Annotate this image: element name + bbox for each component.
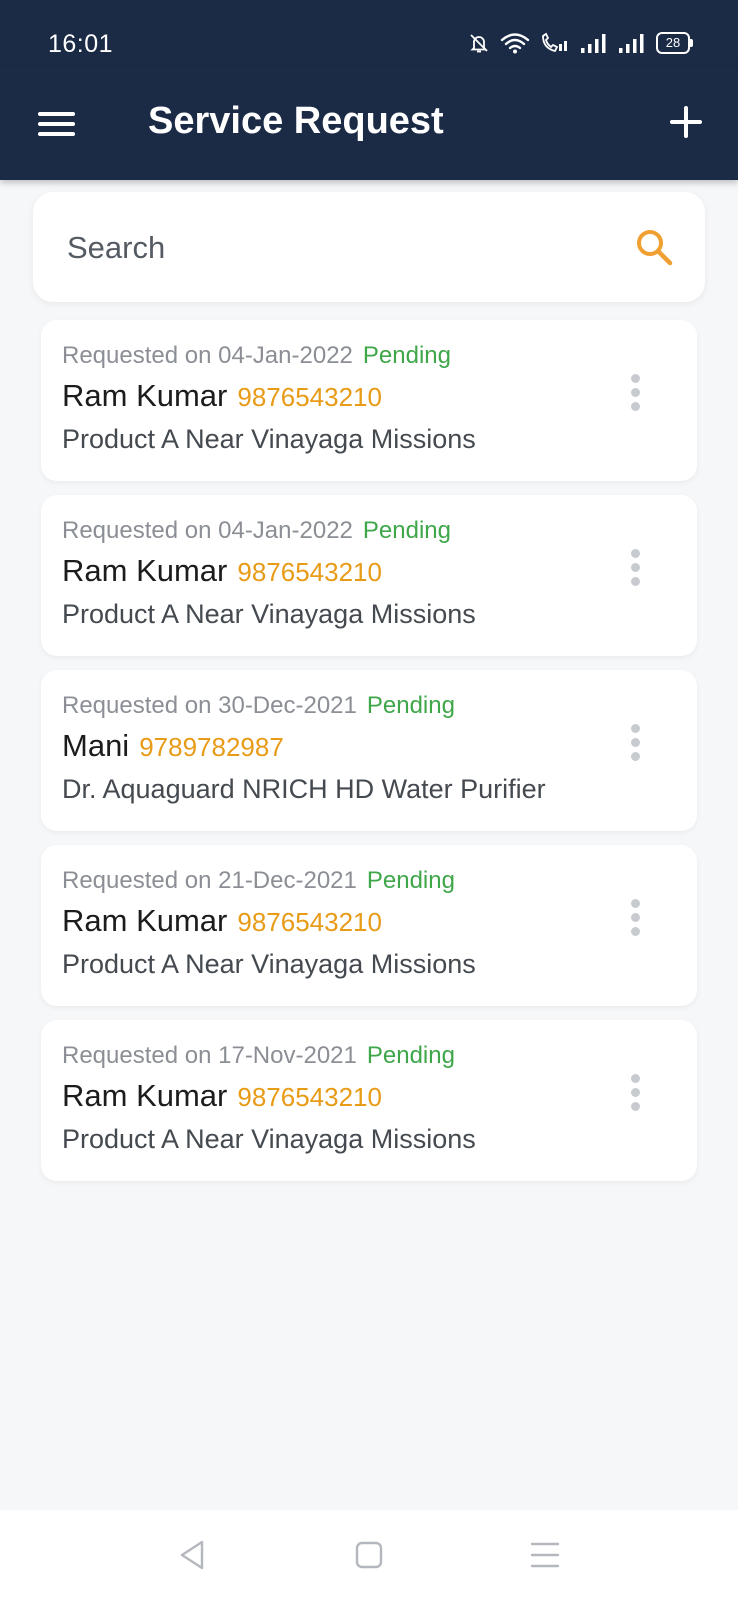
customer-info: Ram Kumar 9876543210 <box>62 903 382 939</box>
request-description: Product A Near Vinayaga Missions <box>62 949 476 979</box>
page-title: Service Request <box>148 100 444 142</box>
customer-phone[interactable]: 9876543210 <box>237 907 382 937</box>
more-vertical-icon <box>631 577 640 586</box>
request-description: Product A Near Vinayaga Missions <box>62 1124 476 1154</box>
status-time: 16:01 <box>48 30 114 58</box>
search-icon[interactable] <box>633 226 677 270</box>
recents-menu-icon <box>530 1542 560 1568</box>
status-badge: Pending <box>366 867 455 894</box>
more-vertical-icon <box>631 913 640 922</box>
status-bar: 16:01 28 <box>0 0 738 66</box>
customer-name: Ram Kumar <box>62 1078 228 1113</box>
customer-info: Ram Kumar 9876543210 <box>62 1078 382 1114</box>
wifi-icon <box>500 33 530 54</box>
request-meta: Requested on 21-Dec-2021 Pending <box>62 867 455 895</box>
status-badge: Pending <box>362 342 451 369</box>
more-vertical-icon <box>631 549 640 558</box>
more-options-button[interactable] <box>625 372 645 412</box>
more-vertical-icon <box>631 402 640 411</box>
status-badge: Pending <box>366 692 455 719</box>
request-meta: Requested on 04-Jan-2022 Pending <box>62 517 451 545</box>
nav-back-button[interactable] <box>176 1538 210 1572</box>
more-vertical-icon <box>631 752 640 761</box>
more-vertical-icon <box>631 374 640 383</box>
customer-info: Mani 9789782987 <box>62 728 284 764</box>
requested-date: Requested on 04-Jan-2022 <box>62 517 353 544</box>
requested-date: Requested on 21-Dec-2021 <box>62 867 357 894</box>
customer-name: Mani <box>62 728 130 763</box>
request-meta: Requested on 04-Jan-2022 Pending <box>62 342 451 370</box>
more-vertical-icon <box>631 738 640 747</box>
customer-info: Ram Kumar 9876543210 <box>62 553 382 589</box>
more-vertical-icon <box>631 927 640 936</box>
customer-phone[interactable]: 9876543210 <box>237 382 382 412</box>
search-box <box>33 192 705 302</box>
customer-phone[interactable]: 9876543210 <box>237 1082 382 1112</box>
customer-phone[interactable]: 9789782987 <box>139 732 284 762</box>
wifi-calling-icon <box>542 32 567 53</box>
menu-icon-line <box>38 132 75 136</box>
customer-name: Ram Kumar <box>62 903 228 938</box>
request-description: Dr. Aquaguard NRICH HD Water Purifier <box>62 774 546 804</box>
mute-bell-icon <box>470 34 488 53</box>
status-badge: Pending <box>366 1042 455 1069</box>
customer-phone[interactable]: 9876543210 <box>237 557 382 587</box>
customer-name: Ram Kumar <box>62 553 228 588</box>
more-vertical-icon <box>631 899 640 908</box>
more-vertical-icon <box>631 563 640 572</box>
customer-info: Ram Kumar 9876543210 <box>62 378 382 414</box>
customer-name: Ram Kumar <box>62 378 228 413</box>
more-vertical-icon <box>631 1074 640 1083</box>
menu-icon-line <box>38 112 75 116</box>
more-options-button[interactable] <box>625 547 645 587</box>
request-description: Product A Near Vinayaga Missions <box>62 599 476 629</box>
more-options-button[interactable] <box>625 722 645 762</box>
request-card[interactable]: Requested on 21-Dec-2021 Pending Ram Kuma… <box>41 845 697 1006</box>
request-meta: Requested on 17-Nov-2021 Pending <box>62 1042 455 1070</box>
search-input[interactable] <box>65 222 609 274</box>
signal-icon-2 <box>619 34 644 53</box>
status-badge: Pending <box>362 517 451 544</box>
app-bar: Service Request <box>0 66 738 180</box>
more-options-button[interactable] <box>625 897 645 937</box>
request-list: Requested on 04-Jan-2022 Pending Ram Kuma… <box>41 320 697 1195</box>
request-card[interactable]: Requested on 04-Jan-2022 Pending Ram Kuma… <box>41 495 697 656</box>
requested-date: Requested on 30-Dec-2021 <box>62 692 357 719</box>
request-card[interactable]: Requested on 30-Dec-2021 Pending Mani 9789… <box>41 670 697 831</box>
more-options-button[interactable] <box>625 1072 645 1112</box>
request-description: Product A Near Vinayaga Missions <box>62 424 476 454</box>
nav-home-button[interactable] <box>352 1538 386 1572</box>
more-vertical-icon <box>631 1088 640 1097</box>
request-card[interactable]: Requested on 17-Nov-2021 Pending Ram Kuma… <box>41 1020 697 1181</box>
request-meta: Requested on 30-Dec-2021 Pending <box>62 692 455 720</box>
request-card[interactable]: Requested on 04-Jan-2022 Pending Ram Kuma… <box>41 320 697 481</box>
add-request-button[interactable] <box>666 102 708 144</box>
more-vertical-icon <box>631 388 640 397</box>
menu-icon-line <box>38 122 75 126</box>
nav-recents-button[interactable] <box>528 1538 562 1572</box>
more-vertical-icon <box>631 1102 640 1111</box>
battery-icon: 28 <box>656 32 693 54</box>
menu-button[interactable] <box>34 104 80 142</box>
home-square-icon <box>355 1541 383 1569</box>
signal-icon <box>581 34 606 53</box>
requested-date: Requested on 04-Jan-2022 <box>62 342 353 369</box>
more-vertical-icon <box>631 724 640 733</box>
system-nav-bar <box>0 1510 738 1600</box>
requested-date: Requested on 17-Nov-2021 <box>62 1042 357 1069</box>
back-triangle-icon <box>180 1540 204 1570</box>
status-icons: 28 <box>468 32 693 54</box>
